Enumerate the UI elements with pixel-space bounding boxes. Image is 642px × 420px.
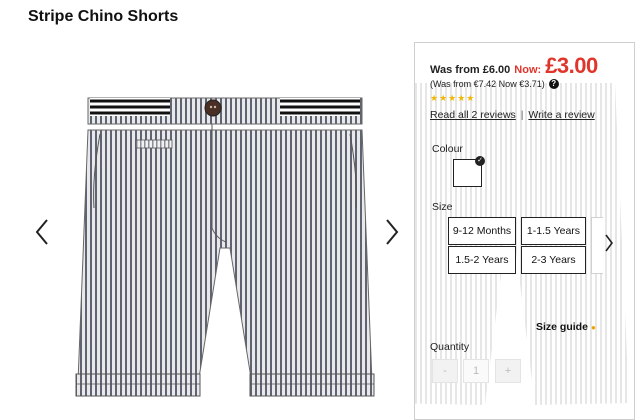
check-icon: ✓ xyxy=(475,156,485,166)
colour-swatch-white[interactable]: ✓ xyxy=(453,156,485,187)
euro-price: (Was from €7.42 Now €3.71) xyxy=(430,79,545,89)
quantity-label: Quantity xyxy=(430,341,470,353)
was-price: Was from £6.00 xyxy=(430,64,511,76)
colour-label: Colour xyxy=(432,143,463,155)
product-title: Stripe Chino Shorts xyxy=(28,8,179,25)
size-guide-label: Size guide xyxy=(536,321,588,333)
size-next-arrow[interactable] xyxy=(604,233,614,258)
now-price: £3.00 xyxy=(545,53,598,78)
chevron-left-icon xyxy=(35,219,48,245)
size-option-2-3-years[interactable]: 2-3 Years xyxy=(521,246,586,274)
write-review-link[interactable]: Write a review xyxy=(528,109,594,121)
chevron-right-icon xyxy=(605,234,613,252)
size-option-partial[interactable] xyxy=(591,217,603,274)
gallery-next-arrow[interactable] xyxy=(384,218,400,251)
purchase-panel: Was from £6.00 Now: £3.00 (Was from €7.4… xyxy=(414,42,635,420)
size-label: Size xyxy=(432,201,453,213)
size-option-9-12-months[interactable]: 9-12 Months xyxy=(448,217,516,245)
now-label: Now: xyxy=(514,64,542,76)
size-option-1-5-2-years[interactable]: 1.5-2 Years xyxy=(448,246,516,274)
size-guide-dot-icon: ● xyxy=(590,322,596,332)
product-image xyxy=(75,97,375,397)
quantity-plus-button[interactable]: + xyxy=(495,359,521,383)
star-rating: ★★★★★ xyxy=(430,93,476,103)
euro-price-row: (Was from €7.42 Now €3.71) ? xyxy=(430,79,559,89)
size-guide-link[interactable]: Size guide ● xyxy=(536,321,596,333)
size-option-1-1-5-years[interactable]: 1-1.5 Years xyxy=(521,217,586,245)
reviews-links: Read all 2 reviews | Write a review xyxy=(430,109,595,121)
quantity-minus-button[interactable]: - xyxy=(432,359,458,383)
help-icon[interactable]: ? xyxy=(548,79,559,89)
gallery-prev-arrow[interactable] xyxy=(34,218,50,251)
quantity-value[interactable]: 1 xyxy=(463,359,489,383)
read-reviews-link[interactable]: Read all 2 reviews xyxy=(430,109,516,121)
reviews-separator: | xyxy=(520,109,524,121)
chevron-right-icon xyxy=(386,219,399,245)
price-row: Was from £6.00 Now: £3.00 xyxy=(430,53,598,79)
